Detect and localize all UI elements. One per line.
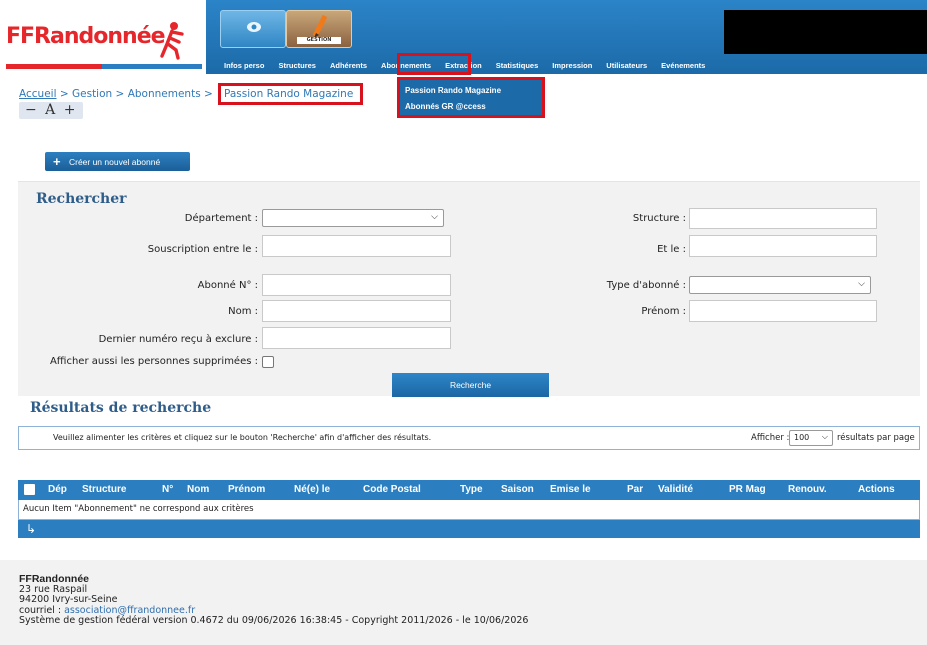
column-ne-le[interactable]: Né(e) le	[294, 484, 330, 495]
column-structure[interactable]: Structure	[82, 484, 126, 495]
results-title: Résultats de recherche	[30, 400, 212, 416]
gestion-label: GESTION	[297, 37, 341, 44]
afficher-label: Afficher :	[751, 433, 790, 443]
column-numero[interactable]: N°	[162, 484, 173, 495]
dernier-numero-label: Dernier numéro reçu à exclure :	[98, 334, 258, 345]
structure-label: Structure :	[632, 213, 686, 224]
column-saison[interactable]: Saison	[501, 484, 534, 495]
menu-item-adherents[interactable]: Adhérents	[330, 61, 367, 73]
et-le-date-input[interactable]	[689, 235, 877, 257]
footer-email-link[interactable]: association@ffrandonnee.fr	[64, 605, 195, 616]
page-footer: FFRandonnée 23 rue Raspail 94200 Ivry-su…	[0, 560, 927, 645]
breadcrumb-abonnements: Abonnements	[127, 88, 201, 100]
supprimees-checkbox[interactable]	[262, 356, 274, 368]
results-info-text: Veuillez alimenter les critères et cliqu…	[53, 433, 432, 442]
abonne-no-label: Abonné N° :	[197, 280, 258, 291]
logo-text: FFRandonnée	[6, 24, 166, 49]
header: FFRandonnée GESTION Infos perso Structur…	[0, 0, 927, 78]
dropdown-item-passion-rando[interactable]: Passion Rando Magazine	[405, 83, 537, 99]
results-table: Dép Structure N° Nom Prénom Né(e) le Cod…	[18, 480, 920, 538]
logo-bar-red	[6, 64, 102, 69]
chevron-down-icon: ⌵	[858, 279, 865, 289]
abonnements-dropdown: Passion Rando Magazine Abonnés GR @ccess	[397, 77, 545, 118]
eye-icon[interactable]	[220, 10, 286, 48]
menu-item-evenements[interactable]: Evénements	[661, 61, 705, 73]
departement-select[interactable]: ⌵	[262, 209, 444, 227]
chevron-down-icon: ⌵	[821, 432, 828, 441]
gestion-icon[interactable]: GESTION	[286, 10, 352, 48]
breadcrumb-current: Passion Rando Magazine	[218, 83, 363, 105]
column-type[interactable]: Type	[460, 484, 483, 495]
search-title: Rechercher	[36, 191, 127, 207]
type-abonne-label: Type d'abonné :	[606, 280, 686, 291]
column-validite[interactable]: Validité	[658, 484, 693, 495]
structure-input[interactable]	[689, 208, 877, 229]
prenom-label: Prénom :	[641, 306, 686, 317]
nom-input[interactable]	[262, 300, 451, 322]
menu-item-utilisateurs[interactable]: Utilisateurs	[606, 61, 647, 73]
hiker-logo-icon	[160, 22, 184, 60]
redacted-area	[724, 10, 927, 54]
per-page-select[interactable]: 100 ⌵	[789, 430, 833, 446]
souscription-label: Souscription entre le :	[147, 244, 258, 255]
menu-item-infos-perso[interactable]: Infos perso	[224, 61, 264, 73]
per-page-value: 100	[794, 433, 810, 442]
breadcrumb-separator: >	[115, 88, 125, 100]
column-nom[interactable]: Nom	[187, 484, 209, 495]
table-footer: ↳	[18, 520, 920, 538]
menu-item-structures[interactable]: Structures	[278, 61, 316, 73]
column-dep[interactable]: Dép	[48, 484, 67, 495]
column-actions[interactable]: Actions	[858, 484, 895, 495]
highlight-abonnements	[397, 53, 471, 75]
empty-results-row: Aucun Item "Abonnement" ne correspond au…	[18, 500, 920, 520]
abonne-no-input[interactable]	[262, 274, 451, 296]
type-abonne-select[interactable]: ⌵	[689, 276, 871, 294]
per-page-suffix: résultats par page	[837, 433, 915, 443]
et-le-label: Et le :	[657, 244, 686, 255]
results-info-bar: Veuillez alimenter les critères et cliqu…	[18, 426, 920, 450]
ffrandonnee-logo[interactable]: FFRandonnée	[6, 20, 196, 60]
chevron-down-icon: ⌵	[431, 212, 438, 222]
main-menu: Infos perso Structures Adhérents Abonnem…	[224, 61, 719, 73]
breadcrumb-gestion: Gestion	[72, 88, 113, 100]
breadcrumb-separator: >	[204, 88, 213, 100]
column-prenom[interactable]: Prénom	[228, 484, 265, 495]
column-emise-le[interactable]: Emise le	[550, 484, 591, 495]
breadcrumb-home[interactable]: Accueil	[19, 88, 57, 100]
dropdown-item-gr-access[interactable]: Abonnés GR @ccess	[405, 99, 537, 115]
footer-courriel-label: courriel :	[19, 604, 62, 616]
departement-label: Département :	[184, 213, 258, 224]
create-subscriber-button[interactable]: + Créer un nouvel abonné	[45, 152, 190, 171]
dernier-numero-input[interactable]	[262, 327, 451, 349]
column-code-postal[interactable]: Code Postal	[363, 484, 421, 495]
logo-bar-blue	[102, 64, 202, 69]
prenom-input[interactable]	[689, 300, 877, 322]
create-subscriber-label: Créer un nouvel abonné	[68, 157, 161, 167]
souscription-date-input[interactable]	[262, 235, 451, 257]
breadcrumb-separator: >	[59, 88, 69, 100]
plus-icon: +	[53, 154, 61, 169]
column-pr-mag[interactable]: PR Mag	[729, 484, 766, 495]
nom-label: Nom :	[228, 306, 258, 317]
search-button[interactable]: Recherche	[392, 373, 549, 397]
select-all-checkbox[interactable]	[24, 484, 35, 495]
font-size-control[interactable]: − A +	[19, 102, 83, 119]
supprimees-label: Afficher aussi les personnes supprimées …	[49, 356, 258, 367]
menu-item-impression[interactable]: Impression	[552, 61, 592, 73]
footer-org-name: FFRandonnée	[19, 573, 89, 585]
table-header: Dép Structure N° Nom Prénom Né(e) le Cod…	[18, 480, 920, 500]
footer-address-line1: 23 rue Raspail	[19, 583, 88, 595]
column-renouv[interactable]: Renouv.	[788, 484, 827, 495]
menu-item-statistiques[interactable]: Statistiques	[496, 61, 539, 73]
column-par[interactable]: Par	[627, 484, 643, 495]
footer-version: Système de gestion fédéral version 0.467…	[19, 615, 529, 626]
breadcrumb: Accueil > Gestion > Abonnements >	[19, 88, 213, 100]
return-arrow-icon[interactable]: ↳	[26, 522, 36, 536]
search-panel: Rechercher Département : ⌵ Structure : S…	[18, 181, 920, 397]
